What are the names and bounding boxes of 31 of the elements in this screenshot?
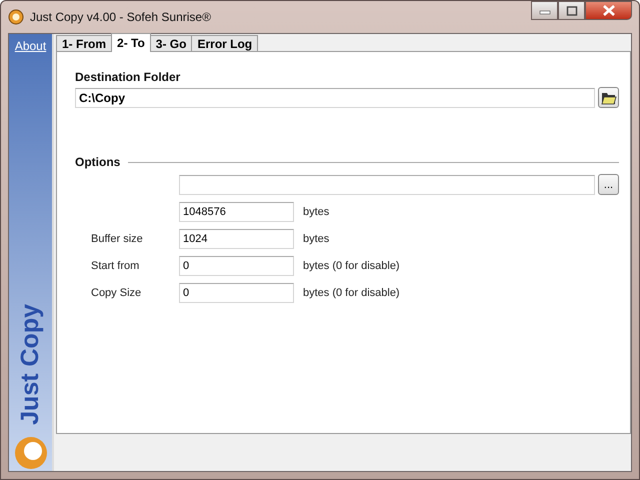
- app-icon: [8, 9, 24, 25]
- path-field[interactable]: [179, 174, 595, 194]
- app-title: Just Copy: [16, 304, 45, 425]
- option-field[interactable]: 1048576: [179, 202, 294, 222]
- options-heading: Options: [75, 155, 120, 169]
- browse-button[interactable]: ...: [598, 174, 619, 195]
- close-button[interactable]: [585, 1, 632, 20]
- option-label: Copy Size: [91, 287, 142, 299]
- maximize-button[interactable]: [558, 1, 585, 20]
- window-title: Just Copy v4.00 - Sofeh Sunrise®: [30, 10, 211, 24]
- option-field[interactable]: 0: [179, 283, 294, 303]
- unit-label: bytes: [303, 233, 330, 245]
- unit-label: bytes: [303, 206, 330, 218]
- minimize-button[interactable]: [531, 1, 558, 20]
- unit-label: bytes (0 for disable): [303, 260, 400, 272]
- option-field[interactable]: 0: [179, 256, 294, 276]
- folder-button[interactable]: [598, 87, 619, 108]
- destination-field[interactable]: C:\Copy: [75, 88, 595, 108]
- maximize-icon: [566, 6, 578, 16]
- tab[interactable]: Error Log: [191, 35, 258, 51]
- option-field[interactable]: 1024: [179, 229, 294, 249]
- folder-icon: [600, 90, 616, 104]
- option-label: Start from: [91, 260, 140, 272]
- tab[interactable]: 2- To: [111, 33, 151, 52]
- tab[interactable]: 1- From: [56, 35, 112, 51]
- destination-label: Destination Folder: [75, 70, 182, 84]
- unit-label: bytes (0 for disable): [303, 287, 400, 299]
- option-label: Buffer size: [91, 233, 143, 245]
- about-link[interactable]: About: [14, 39, 46, 53]
- tab[interactable]: 3- Go: [150, 35, 192, 51]
- close-icon: [602, 5, 616, 16]
